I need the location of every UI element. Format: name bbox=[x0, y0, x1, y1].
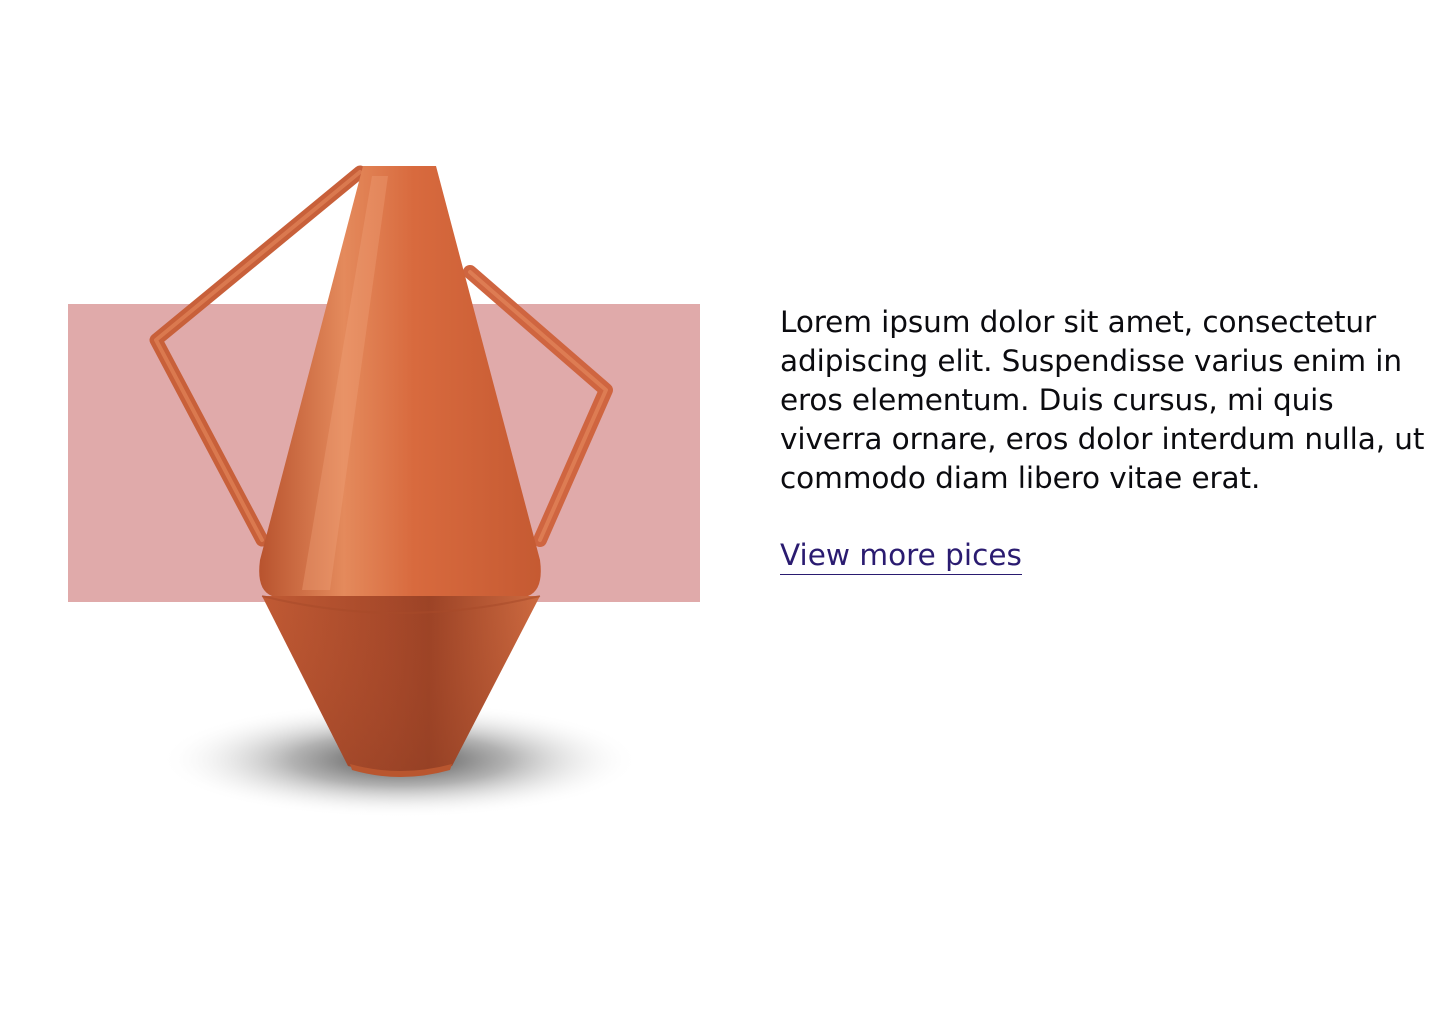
vase-icon bbox=[149, 165, 640, 818]
hero-visual bbox=[0, 0, 740, 1024]
description-line: adipiscing elit. Suspendisse varius enim… bbox=[780, 344, 1402, 378]
description-line: Lorem ipsum dolor sit amet, consectetur bbox=[780, 305, 1377, 339]
content-block: Lorem ipsum dolor sit amet, consectetur … bbox=[780, 303, 1440, 575]
description-line: viverra ornare, eros dolor interdum null… bbox=[780, 422, 1425, 456]
description-line: commodo diam libero vitae erat. bbox=[780, 461, 1261, 495]
view-more-link[interactable]: View more pices bbox=[780, 536, 1022, 575]
description-text: Lorem ipsum dolor sit amet, consectetur … bbox=[780, 303, 1440, 498]
description-line: eros elementum. Duis cursus, mi quis bbox=[780, 383, 1334, 417]
